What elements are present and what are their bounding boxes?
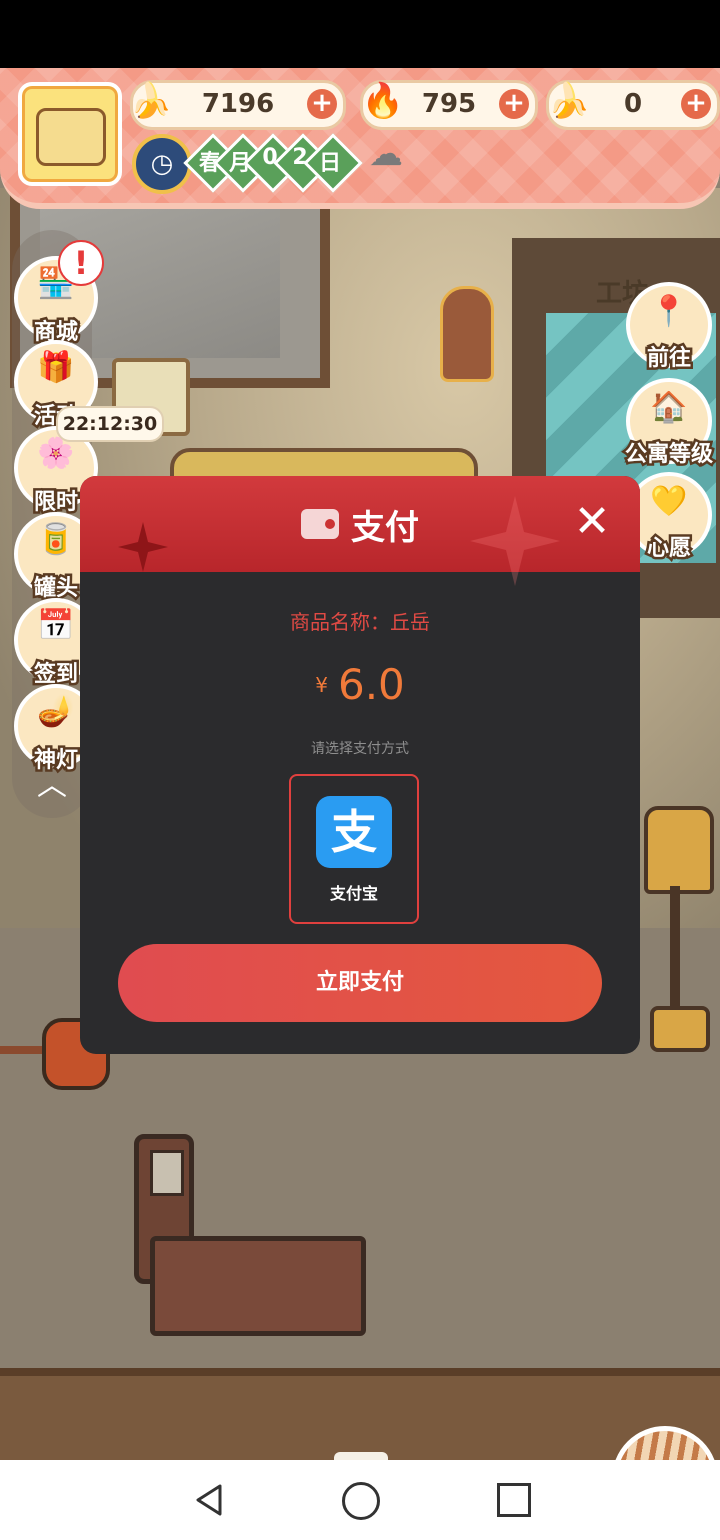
apartment-icon: 🏠 <box>650 390 688 425</box>
goto-button[interactable]: 📍 前往 <box>626 282 712 374</box>
choose-method-text: 请选择支付方式 <box>311 741 409 757</box>
blue-banana-icon: 🍌 <box>547 81 591 121</box>
dialog-title-row: 支付 <box>80 476 640 572</box>
banana-icon: 🍌 <box>129 81 173 121</box>
wall-lamp <box>440 286 494 382</box>
avatar-face <box>36 108 106 166</box>
payment-dialog: 支付 ✕ 商品名称：丘岳 ¥6.0 请选择支付方式 支 支付宝 立即支付 <box>80 476 640 1054</box>
heart-icon: 💛 <box>650 484 688 519</box>
blue-flame-icon: 🔥 <box>361 81 405 121</box>
status-bar <box>0 0 720 68</box>
alipay-method-option[interactable]: 支 支付宝 <box>289 774 419 924</box>
floor-lamp-base <box>650 1006 710 1052</box>
add-flame-button[interactable]: + <box>499 89 529 119</box>
price: ¥6.0 <box>80 660 640 709</box>
floor-lamp-pole <box>670 886 680 1006</box>
add-blue-banana-button[interactable]: + <box>681 89 711 119</box>
avatar[interactable] <box>18 82 122 186</box>
currency-symbol: ¥ <box>315 672 328 697</box>
rain-cloud-icon[interactable]: ☁ <box>360 134 412 184</box>
bottom-item[interactable] <box>334 1452 388 1460</box>
home-icon[interactable] <box>342 1482 380 1520</box>
apartment-level-label: 公寓等级 <box>622 440 715 470</box>
collapse-menu-button[interactable]: ︿ <box>28 766 76 806</box>
clock-icon[interactable]: ◷ <box>132 134 192 194</box>
baseboard <box>0 1368 720 1460</box>
add-banana-button[interactable]: + <box>307 89 337 119</box>
dialog-title: 支付 <box>351 507 419 548</box>
wallet-icon <box>301 509 339 539</box>
treadmill[interactable] <box>150 1236 366 1336</box>
map-pin-icon: 📍 <box>650 294 688 329</box>
date-day-label: 日 <box>318 151 341 176</box>
navigation-bar <box>0 1460 720 1540</box>
pay-now-button[interactable]: 立即支付 <box>118 944 602 1022</box>
close-button[interactable]: ✕ <box>568 498 616 546</box>
recent-apps-icon[interactable] <box>497 1483 531 1517</box>
alert-icon: ! <box>58 240 104 286</box>
limited-timer: 22:12:30 <box>56 406 164 442</box>
apartment-level-button[interactable]: 🏠 公寓等级 <box>622 378 716 470</box>
product-name: 商品名称：丘岳 <box>290 610 430 634</box>
method-name: 支付宝 <box>329 884 378 903</box>
floor-lamp-shade <box>644 806 714 894</box>
back-icon[interactable] <box>190 1480 230 1520</box>
price-amount: 6.0 <box>337 660 405 709</box>
goto-label: 前往 <box>644 344 693 374</box>
treadmill-screen <box>150 1150 184 1196</box>
gift-icon: 🎁 <box>37 350 75 385</box>
alipay-icon: 支 <box>316 796 392 868</box>
dialog-header: 支付 ✕ <box>80 476 640 586</box>
